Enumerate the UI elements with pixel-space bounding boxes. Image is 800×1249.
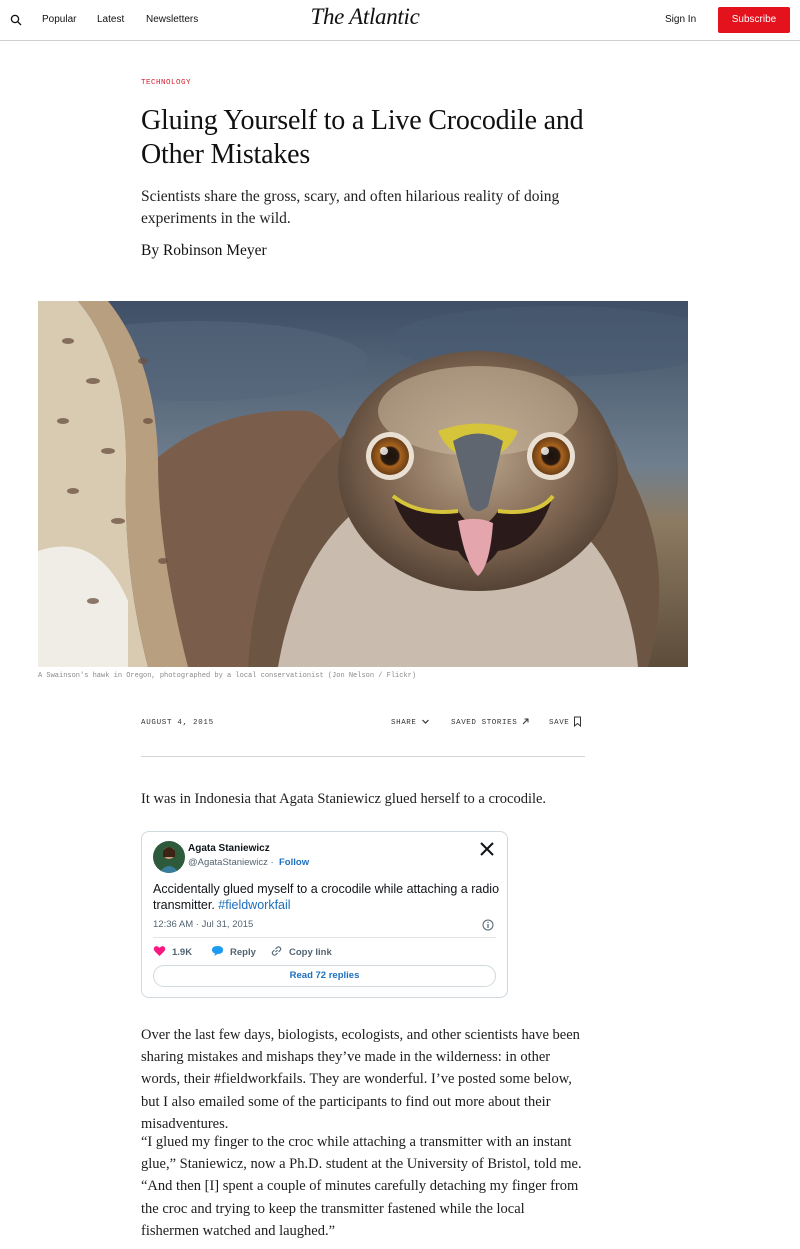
- copy-link-button[interactable]: Copy link: [270, 945, 332, 959]
- saved-stories-link[interactable]: Saved Stories: [451, 716, 530, 730]
- search-icon[interactable]: [10, 13, 22, 26]
- post-timestamp[interactable]: 12:36 AM · Jul 31, 2015: [153, 919, 253, 930]
- nav-latest[interactable]: Latest: [97, 14, 124, 25]
- post-text: Accidentally glued myself to a crocodile…: [153, 881, 501, 913]
- like-button[interactable]: 1.9K: [153, 945, 192, 959]
- heart-icon: [153, 945, 166, 960]
- body-paragraph: Over the last few days, biologists, ecol…: [141, 1027, 580, 1132]
- avatar[interactable]: [153, 841, 185, 873]
- body-paragraph: It was in Indonesia that Agata Staniewic…: [141, 791, 547, 807]
- divider: [141, 756, 585, 757]
- hero-image: [38, 301, 688, 667]
- nav-popular[interactable]: Popular: [42, 14, 76, 25]
- follow-button[interactable]: Follow: [279, 857, 309, 868]
- bookmark-icon: [573, 716, 582, 730]
- article-byline[interactable]: By Robinson Meyer: [141, 242, 267, 260]
- save-button[interactable]: Save: [549, 716, 582, 730]
- site-header: Popular Latest Newsletters The Atlantic …: [0, 0, 800, 41]
- post-text-body: Accidentally glued myself to a crocodile…: [153, 882, 500, 912]
- copy-link-label: Copy link: [289, 946, 332, 958]
- sign-in-link[interactable]: Sign In: [665, 14, 696, 25]
- embedded-post[interactable]: Agata Staniewicz @AgataStaniewicz · Foll…: [141, 831, 508, 998]
- chevron-down-icon: [421, 717, 430, 729]
- handle-text: @AgataStaniewicz: [188, 857, 268, 868]
- speech-bubble-icon: [211, 945, 224, 960]
- post-author-name[interactable]: Agata Staniewicz: [188, 843, 270, 854]
- image-caption: A Swainson's hawk in Oregon, photographe…: [38, 672, 417, 680]
- article-dek: Scientists share the gross, scary, and o…: [141, 188, 560, 227]
- share-button[interactable]: Share: [391, 716, 430, 730]
- article-date: August 4, 2015: [141, 719, 214, 727]
- subscribe-button[interactable]: Subscribe: [718, 7, 790, 33]
- post-author-handle[interactable]: @AgataStaniewicz ·: [188, 857, 274, 868]
- article-title: Gluing Yourself to a Live Crocodile and …: [141, 105, 584, 170]
- like-count: 1.9K: [172, 946, 193, 958]
- read-replies-button[interactable]: Read 72 replies: [153, 965, 496, 987]
- link-icon: [270, 945, 283, 960]
- hashtag-link[interactable]: #fieldworkfail: [218, 898, 290, 912]
- share-label: Share: [391, 719, 417, 727]
- saved-stories-label: Saved Stories: [451, 719, 518, 727]
- section-label[interactable]: Technology: [141, 79, 191, 87]
- site-logo[interactable]: The Atlantic: [300, 4, 430, 30]
- info-icon[interactable]: [482, 918, 494, 931]
- nav-newsletters[interactable]: Newsletters: [146, 14, 198, 25]
- reply-button[interactable]: Reply: [211, 945, 256, 959]
- separator: ·: [270, 857, 274, 868]
- x-logo-icon[interactable]: [479, 841, 495, 857]
- divider: [153, 937, 496, 938]
- body-paragraph: “I glued my finger to the croc while att…: [141, 1134, 582, 1239]
- save-label: Save: [549, 719, 570, 727]
- reply-label: Reply: [230, 946, 256, 958]
- arrow-up-right-icon: [521, 717, 530, 729]
